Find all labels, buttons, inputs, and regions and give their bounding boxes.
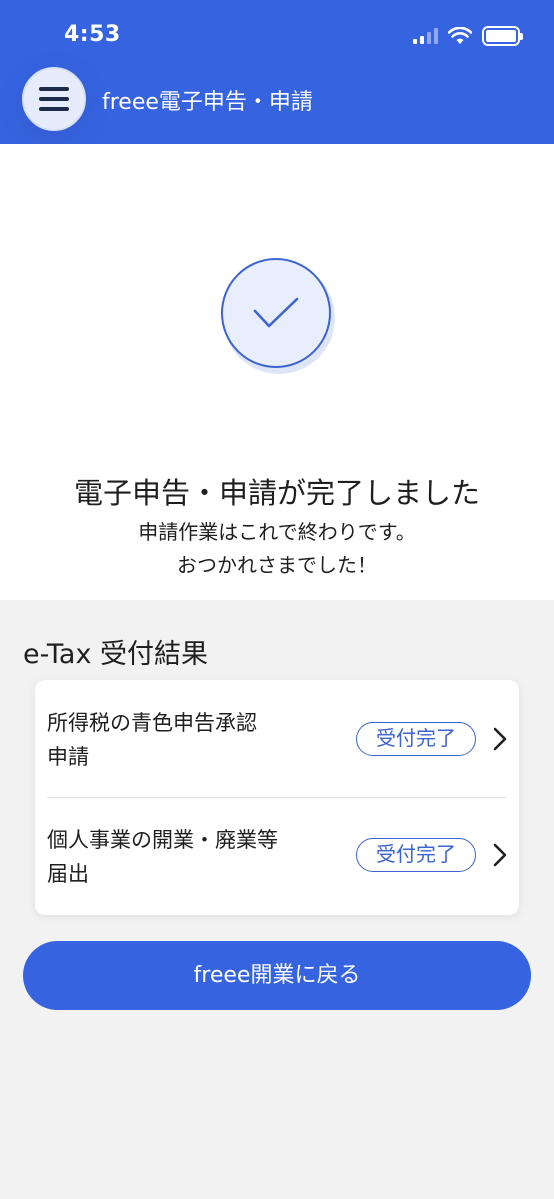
completion-title: 電子申告・申請が完了しました [73, 476, 480, 510]
result-row-business-opening-notice[interactable]: 個人事業の開業・廃業等 届出 受付完了 [35, 797, 519, 914]
chevron-right-icon [493, 843, 507, 867]
check-icon [253, 297, 299, 328]
completion-panel: 電子申告・申請が完了しました 申請作業はこれで終わりです。 おつかれさまでした！ [0, 144, 554, 600]
status-icons [413, 26, 523, 46]
signal-icon [413, 28, 438, 44]
completion-message: 申請作業はこれで終わりです。 おつかれさまでした！ [138, 520, 416, 577]
battery-icon [482, 26, 523, 46]
results-card: 所得税の青色申告承認 申請 受付完了 個人事業の開業・廃業等 届出 受付完了 [35, 680, 519, 915]
result-label: 所得税の青色申告承認 申請 [47, 711, 257, 769]
success-indicator [219, 258, 335, 374]
app-header: 4:53 freee電子申告・申請 [0, 0, 554, 144]
result-row-blue-return-approval[interactable]: 所得税の青色申告承認 申請 受付完了 [35, 680, 519, 797]
status-time: 4:53 [64, 22, 121, 47]
status-badge: 受付完了 [356, 722, 476, 756]
results-section-title: e-Tax 受付結果 [23, 639, 209, 670]
result-label: 個人事業の開業・廃業等 届出 [47, 828, 278, 886]
menu-button[interactable] [22, 67, 86, 131]
menu-icon [39, 87, 69, 91]
back-to-freee-button[interactable]: freee開業に戻る [23, 941, 531, 1010]
status-badge: 受付完了 [356, 838, 476, 872]
page-title: freee電子申告・申請 [102, 90, 313, 115]
wifi-icon [448, 27, 472, 44]
chevron-right-icon [493, 727, 507, 751]
